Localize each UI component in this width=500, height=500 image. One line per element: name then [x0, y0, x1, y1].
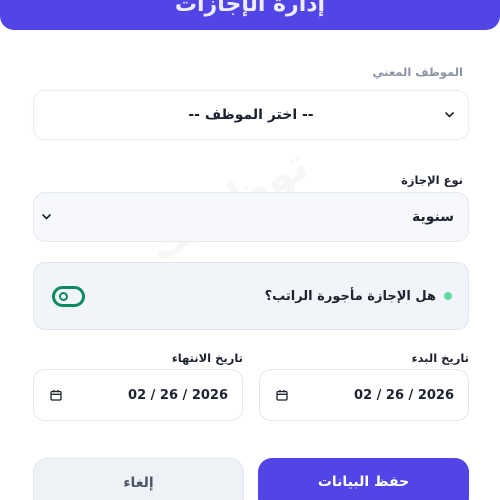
page-title: إدارة الإجازات	[174, 0, 326, 17]
leave-type-select[interactable]: سنوية	[33, 192, 469, 242]
employee-label: الموظف المعني	[372, 65, 463, 79]
leave-type-label: نوع الإجازة	[401, 173, 463, 187]
start-date-value: 02 / 26 / 2026	[354, 387, 454, 403]
paid-leave-label: هل الإجازة مأجورة الراتب؟	[264, 288, 436, 304]
calendar-icon[interactable]	[50, 389, 62, 401]
paid-leave-label-group: هل الإجازة مأجورة الراتب؟	[265, 289, 452, 304]
calendar-icon[interactable]	[276, 389, 288, 401]
paid-leave-toggle[interactable]	[52, 285, 85, 307]
start-date-field[interactable]: 02 / 26 / 2026	[259, 369, 469, 421]
employee-select-value: -- اختر الموظف --	[188, 107, 314, 123]
end-date-field[interactable]: 02 / 26 / 2026	[33, 369, 243, 421]
save-button[interactable]: حفظ البيانات	[258, 458, 469, 500]
leave-type-select-value: سنوية	[411, 209, 454, 225]
chevron-down-icon	[445, 112, 454, 118]
end-date-label: تاريخ الانتهاء	[171, 351, 243, 365]
end-date-value: 02 / 26 / 2026	[128, 387, 228, 403]
page-header: إدارة الإجازات	[0, 0, 500, 30]
employee-select[interactable]: -- اختر الموظف --	[33, 90, 469, 140]
toggle-knob	[59, 291, 68, 301]
paid-leave-card: هل الإجازة مأجورة الراتب؟	[33, 262, 469, 330]
status-dot-icon	[444, 292, 452, 300]
start-date-label: تاريخ البدء	[411, 351, 469, 365]
cancel-button[interactable]: إلغاء	[33, 458, 244, 500]
chevron-down-icon	[42, 214, 51, 220]
